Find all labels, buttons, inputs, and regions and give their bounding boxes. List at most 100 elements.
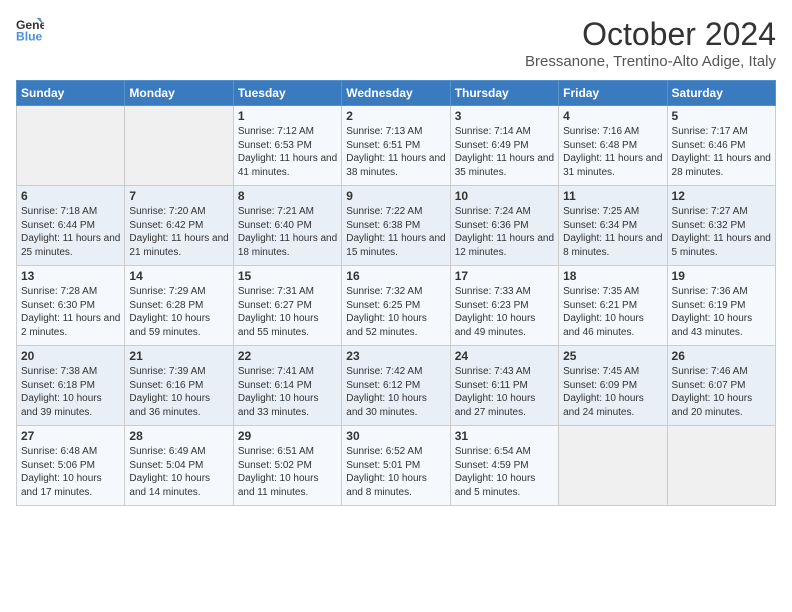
day-info: Sunrise: 7:29 AMSunset: 6:28 PMDaylight:… <box>129 285 228 339</box>
day-number: 1 <box>238 109 337 123</box>
header-thursday: Thursday <box>450 81 558 106</box>
calendar-cell: 5 Sunrise: 7:17 AMSunset: 6:46 PMDaylight… <box>667 106 775 186</box>
day-number: 27 <box>21 429 120 443</box>
calendar-cell: 17 Sunrise: 7:33 AMSunset: 6:23 PMDayligh… <box>450 266 558 346</box>
day-number: 22 <box>238 349 337 363</box>
calendar-cell: 18 Sunrise: 7:35 AMSunset: 6:21 PMDayligh… <box>559 266 667 346</box>
calendar-cell: 27 Sunrise: 6:48 AMSunset: 5:06 PMDayligh… <box>17 426 125 506</box>
calendar-cell: 28Sunrise: 6:49 AMSunset: 5:04 PMDayligh… <box>125 426 233 506</box>
day-info: Sunrise: 7:41 AMSunset: 6:14 PMDaylight:… <box>238 365 337 419</box>
calendar-cell: 25 Sunrise: 7:45 AMSunset: 6:09 PMDayligh… <box>559 346 667 426</box>
day-number: 12 <box>672 189 771 203</box>
calendar-cell: 11 Sunrise: 7:25 AMSunset: 6:34 PMDayligh… <box>559 186 667 266</box>
calendar-cell: 15Sunrise: 7:31 AMSunset: 6:27 PMDayligh… <box>233 266 341 346</box>
day-info: Sunrise: 7:45 AMSunset: 6:09 PMDaylight:… <box>563 365 662 419</box>
calendar-cell: 31 Sunrise: 6:54 AMSunset: 4:59 PMDayligh… <box>450 426 558 506</box>
calendar-cell: 7 Sunrise: 7:20 AMSunset: 6:42 PMDaylight… <box>125 186 233 266</box>
day-number: 9 <box>346 189 445 203</box>
day-info: Sunrise: 7:38 AMSunset: 6:18 PMDaylight:… <box>21 365 120 419</box>
day-info: Sunrise: 7:16 AMSunset: 6:48 PMDaylight:… <box>563 125 662 179</box>
day-info: Sunrise: 7:12 AMSunset: 6:53 PMDaylight:… <box>238 125 337 179</box>
calendar-cell: 14 Sunrise: 7:29 AMSunset: 6:28 PMDayligh… <box>125 266 233 346</box>
day-info: Sunrise: 7:39 AMSunset: 6:16 PMDaylight:… <box>129 365 228 419</box>
header-tuesday: Tuesday <box>233 81 341 106</box>
day-info: Sunrise: 7:18 AMSunset: 6:44 PMDaylight:… <box>21 205 120 259</box>
calendar-cell <box>667 426 775 506</box>
calendar-cell <box>125 106 233 186</box>
calendar-cell: 30 Sunrise: 6:52 AMSunset: 5:01 PMDayligh… <box>342 426 450 506</box>
day-number: 16 <box>346 269 445 283</box>
day-info: Sunrise: 7:13 AMSunset: 6:51 PMDaylight:… <box>346 125 445 179</box>
calendar-cell <box>17 106 125 186</box>
calendar-cell: 19 Sunrise: 7:36 AMSunset: 6:19 PMDayligh… <box>667 266 775 346</box>
calendar-cell: 12Sunrise: 7:27 AMSunset: 6:32 PMDayligh… <box>667 186 775 266</box>
day-number: 25 <box>563 349 662 363</box>
calendar-cell: 10 Sunrise: 7:24 AMSunset: 6:36 PMDayligh… <box>450 186 558 266</box>
day-info: Sunrise: 7:36 AMSunset: 6:19 PMDaylight:… <box>672 285 771 339</box>
day-number: 31 <box>455 429 554 443</box>
day-number: 18 <box>563 269 662 283</box>
day-number: 3 <box>455 109 554 123</box>
week-row: 13Sunrise: 7:28 AMSunset: 6:30 PMDayligh… <box>17 266 776 346</box>
calendar-cell: 16 Sunrise: 7:32 AMSunset: 6:25 PMDayligh… <box>342 266 450 346</box>
week-row: 27 Sunrise: 6:48 AMSunset: 5:06 PMDayligh… <box>17 426 776 506</box>
calendar-cell: 26 Sunrise: 7:46 AMSunset: 6:07 PMDayligh… <box>667 346 775 426</box>
day-info: Sunrise: 7:21 AMSunset: 6:40 PMDaylight:… <box>238 205 337 259</box>
day-info: Sunrise: 7:32 AMSunset: 6:25 PMDaylight:… <box>346 285 445 339</box>
calendar-body: 1 Sunrise: 7:12 AMSunset: 6:53 PMDaylight… <box>17 106 776 506</box>
day-info: Sunrise: 7:17 AMSunset: 6:46 PMDaylight:… <box>672 125 771 179</box>
day-info: Sunrise: 7:43 AMSunset: 6:11 PMDaylight:… <box>455 365 554 419</box>
calendar-cell: 22 Sunrise: 7:41 AMSunset: 6:14 PMDayligh… <box>233 346 341 426</box>
calendar-cell <box>559 426 667 506</box>
week-row: 20 Sunrise: 7:38 AMSunset: 6:18 PMDayligh… <box>17 346 776 426</box>
day-number: 5 <box>672 109 771 123</box>
day-info: Sunrise: 6:52 AMSunset: 5:01 PMDaylight:… <box>346 445 445 499</box>
day-info: Sunrise: 7:33 AMSunset: 6:23 PMDaylight:… <box>455 285 554 339</box>
day-number: 10 <box>455 189 554 203</box>
day-number: 11 <box>563 189 662 203</box>
header-friday: Friday <box>559 81 667 106</box>
day-info: Sunrise: 6:49 AMSunset: 5:04 PMDaylight:… <box>129 445 228 499</box>
day-number: 24 <box>455 349 554 363</box>
day-number: 23 <box>346 349 445 363</box>
calendar-cell: 21 Sunrise: 7:39 AMSunset: 6:16 PMDayligh… <box>125 346 233 426</box>
month-title: October 2024 <box>525 16 776 53</box>
day-number: 19 <box>672 269 771 283</box>
day-info: Sunrise: 7:28 AMSunset: 6:30 PMDaylight:… <box>21 285 120 339</box>
calendar-cell: 3Sunrise: 7:14 AMSunset: 6:49 PMDaylight… <box>450 106 558 186</box>
day-number: 2 <box>346 109 445 123</box>
day-info: Sunrise: 7:46 AMSunset: 6:07 PMDaylight:… <box>672 365 771 419</box>
day-number: 26 <box>672 349 771 363</box>
logo-icon: General Blue <box>16 16 44 44</box>
day-info: Sunrise: 7:22 AMSunset: 6:38 PMDaylight:… <box>346 205 445 259</box>
day-info: Sunrise: 6:54 AMSunset: 4:59 PMDaylight:… <box>455 445 554 499</box>
page-header: General Blue General Blue October 2024 B… <box>16 16 776 70</box>
day-number: 30 <box>346 429 445 443</box>
day-info: Sunrise: 7:25 AMSunset: 6:34 PMDaylight:… <box>563 205 662 259</box>
header-sunday: Sunday <box>17 81 125 106</box>
week-row: 6Sunrise: 7:18 AMSunset: 6:44 PMDaylight… <box>17 186 776 266</box>
calendar-table: SundayMondayTuesdayWednesdayThursdayFrid… <box>16 80 776 506</box>
day-info: Sunrise: 7:31 AMSunset: 6:27 PMDaylight:… <box>238 285 337 339</box>
day-number: 7 <box>129 189 228 203</box>
calendar-cell: 1 Sunrise: 7:12 AMSunset: 6:53 PMDaylight… <box>233 106 341 186</box>
day-info: Sunrise: 7:20 AMSunset: 6:42 PMDaylight:… <box>129 205 228 259</box>
location-subtitle: Bressanone, Trentino-Alto Adige, Italy <box>525 53 776 70</box>
day-info: Sunrise: 7:24 AMSunset: 6:36 PMDaylight:… <box>455 205 554 259</box>
day-number: 20 <box>21 349 120 363</box>
week-row: 1 Sunrise: 7:12 AMSunset: 6:53 PMDaylight… <box>17 106 776 186</box>
day-number: 14 <box>129 269 228 283</box>
day-number: 8 <box>238 189 337 203</box>
calendar-cell: 23 Sunrise: 7:42 AMSunset: 6:12 PMDayligh… <box>342 346 450 426</box>
day-info: Sunrise: 7:35 AMSunset: 6:21 PMDaylight:… <box>563 285 662 339</box>
day-info: Sunrise: 6:48 AMSunset: 5:06 PMDaylight:… <box>21 445 120 499</box>
calendar-cell: 29Sunrise: 6:51 AMSunset: 5:02 PMDayligh… <box>233 426 341 506</box>
calendar-cell: 2 Sunrise: 7:13 AMSunset: 6:51 PMDaylight… <box>342 106 450 186</box>
svg-text:Blue: Blue <box>16 29 43 43</box>
day-number: 21 <box>129 349 228 363</box>
calendar-cell: 4Sunrise: 7:16 AMSunset: 6:48 PMDaylight… <box>559 106 667 186</box>
header-monday: Monday <box>125 81 233 106</box>
day-number: 17 <box>455 269 554 283</box>
day-number: 29 <box>238 429 337 443</box>
day-info: Sunrise: 7:42 AMSunset: 6:12 PMDaylight:… <box>346 365 445 419</box>
